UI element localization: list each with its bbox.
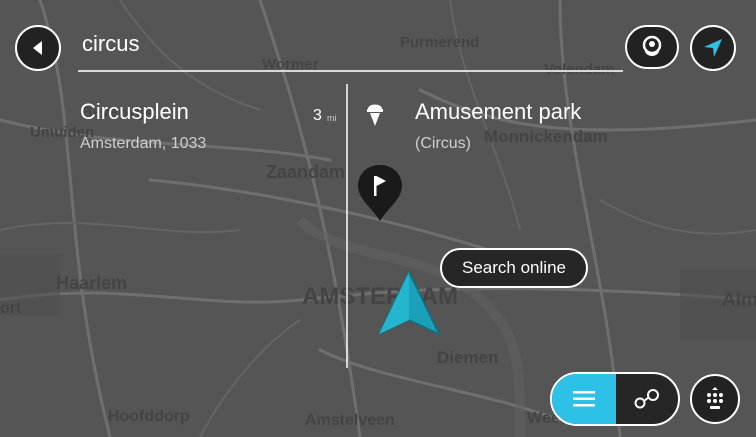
result-title: Circusplein bbox=[80, 99, 189, 124]
result-subtitle: (Circus) bbox=[415, 135, 471, 152]
navigation-arrow-icon bbox=[704, 39, 722, 57]
map-label-monnickendam: Monnickendam bbox=[484, 127, 608, 146]
destination-pin-icon[interactable] bbox=[355, 163, 405, 223]
column-divider bbox=[346, 84, 348, 368]
result-subtitle: Amsterdam, 1033 bbox=[80, 135, 207, 152]
back-button[interactable] bbox=[15, 25, 61, 71]
location-button[interactable] bbox=[625, 25, 679, 69]
keyboard-icon bbox=[707, 387, 723, 409]
result-title: Amusement park bbox=[415, 99, 582, 124]
list-view-button[interactable] bbox=[552, 374, 616, 424]
navigation-button[interactable] bbox=[690, 25, 736, 71]
result-distance: 3 bbox=[313, 107, 322, 124]
map-label-zaandam: Zaandam bbox=[266, 162, 346, 182]
search-input[interactable]: circus bbox=[82, 31, 139, 57]
route-icon bbox=[634, 389, 659, 409]
navigation-search-screen: Beverwijk Umuiden Wormer Purmerend Volen… bbox=[0, 0, 756, 437]
view-toggle bbox=[550, 372, 680, 426]
map-label-haarlem: Haarlem bbox=[56, 273, 128, 293]
list-icon bbox=[573, 391, 595, 407]
map-label-almere: Alm bbox=[722, 290, 756, 311]
result-distance-unit: mi bbox=[327, 113, 337, 123]
map-label-hoofddorp: Hoofddorp bbox=[108, 408, 190, 425]
map-view-button[interactable] bbox=[616, 374, 678, 424]
search-online-button[interactable]: Search online bbox=[440, 248, 588, 288]
ice-cream-icon bbox=[367, 104, 383, 126]
back-arrow-icon bbox=[33, 41, 42, 55]
location-pin-icon bbox=[642, 35, 662, 56]
map-label-amstelveen: Amstelveen bbox=[305, 412, 395, 429]
map-label-diemen: Diemen bbox=[437, 348, 499, 367]
map-label-velsen: ort bbox=[0, 300, 22, 317]
keyboard-button[interactable] bbox=[690, 374, 740, 424]
current-position-arrow-icon bbox=[377, 270, 441, 336]
search-underline bbox=[78, 70, 623, 72]
map-label-purmerend: Purmerend bbox=[400, 34, 480, 51]
